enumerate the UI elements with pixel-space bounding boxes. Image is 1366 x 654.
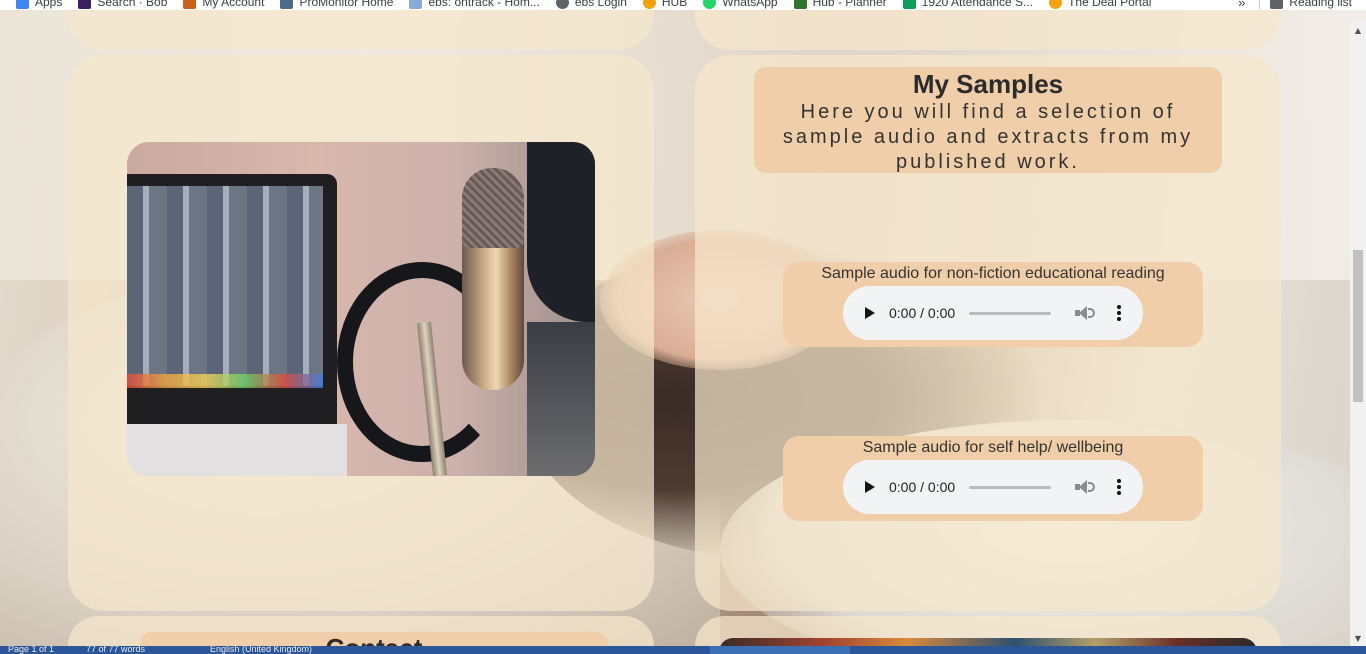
my-account-icon xyxy=(183,0,197,9)
bookmarks-bar: Apps Search · Bob My Account ProMonitor … xyxy=(0,0,1366,10)
scroll-up-arrow-icon[interactable]: ▲ xyxy=(1350,22,1366,38)
status-language: English (United Kingdom) xyxy=(210,646,313,654)
more-bookmarks-button[interactable]: » xyxy=(1238,0,1245,10)
audio-seek-bar[interactable] xyxy=(969,311,1052,315)
audio-sample-nonfiction: Sample audio for non-fiction educational… xyxy=(783,262,1203,347)
audio-seek-bar[interactable] xyxy=(969,485,1052,489)
samples-description: Here you will find a selection of sample… xyxy=(782,101,1194,173)
bookmark-deal-portal[interactable]: The Deal Portal xyxy=(1049,0,1151,9)
volume-icon[interactable] xyxy=(1075,479,1096,495)
bookmark-my-account[interactable]: My Account xyxy=(183,0,264,9)
audio-caption: Sample audio for non-fiction educational… xyxy=(821,265,1165,282)
reading-list-icon xyxy=(1270,0,1284,9)
studio-microphone-photo xyxy=(127,142,595,476)
audio-sample-self-help: Sample audio for self help/ wellbeing 0:… xyxy=(783,436,1203,521)
scroll-thumb[interactable] xyxy=(1353,250,1363,402)
audio-player[interactable]: 0:00 / 0:00 xyxy=(843,460,1143,514)
taskbar: Page 1 of 1 77 of 77 words English (Unit… xyxy=(0,646,1366,654)
scroll-down-arrow-icon[interactable]: ▼ xyxy=(1350,630,1366,646)
photo-pop-filter xyxy=(527,142,595,322)
more-options-icon[interactable] xyxy=(1117,479,1122,495)
play-icon[interactable] xyxy=(865,481,875,493)
samples-header: My Samples Here you will find a selectio… xyxy=(754,67,1222,173)
bookmark-attendance[interactable]: 1920 Attendance S... xyxy=(902,0,1033,9)
bookmark-whatsapp[interactable]: WhatsApp xyxy=(703,0,778,9)
bookmark-search-bob[interactable]: Search · Bob xyxy=(78,0,167,9)
sheets-icon xyxy=(902,0,916,9)
volume-icon[interactable] xyxy=(1075,305,1096,321)
bookmark-hub-planner[interactable]: Hub - Planner xyxy=(793,0,887,9)
audio-time: 0:00 / 0:00 xyxy=(889,305,956,321)
bookmark-hub[interactable]: HUB xyxy=(642,0,687,9)
deal-portal-icon xyxy=(1049,0,1063,9)
bookmarks-divider xyxy=(1259,0,1261,9)
planner-icon xyxy=(793,0,807,9)
bookmark-promonitor[interactable]: ProMonitor Home xyxy=(280,0,393,9)
audio-time: 0:00 / 0:00 xyxy=(889,479,956,495)
studio-photo-card xyxy=(68,55,654,611)
bookmark-ebs-login[interactable]: ebs Login xyxy=(555,0,627,9)
apps-grid-icon xyxy=(16,0,29,9)
globe-icon xyxy=(555,0,569,9)
document-icon xyxy=(409,0,423,9)
audio-caption: Sample audio for self help/ wellbeing xyxy=(862,439,1124,456)
bookmark-ebs-ontrack[interactable]: ebs: ontrack - Hom... xyxy=(409,0,540,9)
status-page: Page 1 of 1 xyxy=(8,646,55,654)
audio-player[interactable]: 0:00 / 0:00 xyxy=(843,286,1143,340)
samples-card: My Samples Here you will find a selectio… xyxy=(695,55,1281,611)
photo-monitor xyxy=(127,174,337,444)
page-scrollbar[interactable]: ▲ ▼ xyxy=(1350,20,1366,646)
samples-title: My Samples xyxy=(912,69,1064,99)
whatsapp-icon xyxy=(703,0,717,9)
play-icon[interactable] xyxy=(865,307,875,319)
more-options-icon[interactable] xyxy=(1117,305,1122,321)
promonitor-icon xyxy=(280,0,294,9)
bookmark-apps[interactable]: Apps xyxy=(16,0,62,9)
search-bob-icon xyxy=(78,0,92,9)
reading-list-button[interactable]: Reading list xyxy=(1270,0,1352,9)
status-words: 77 of 77 words xyxy=(86,646,146,654)
hub-icon xyxy=(642,0,656,9)
